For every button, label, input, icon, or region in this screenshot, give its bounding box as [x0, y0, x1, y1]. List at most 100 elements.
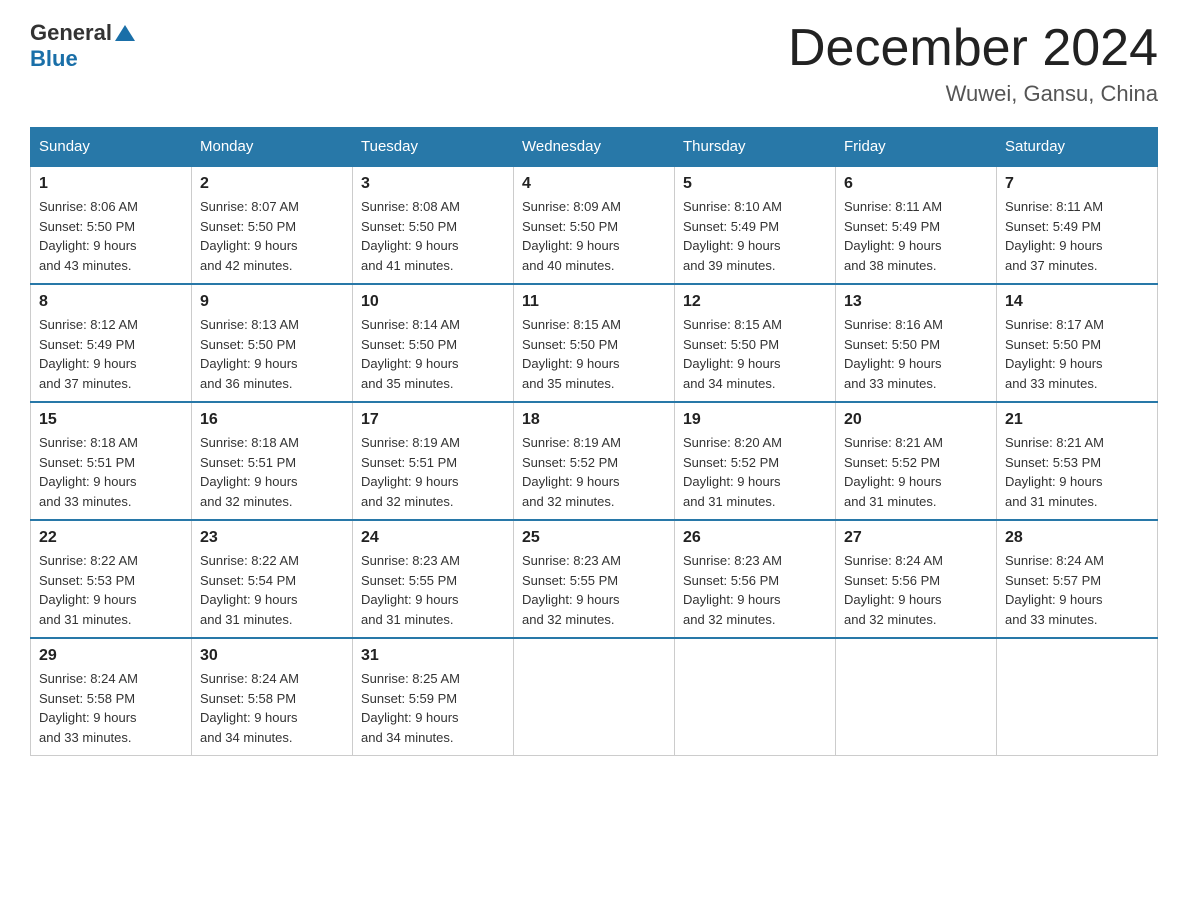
calendar-cell: 22 Sunrise: 8:22 AM Sunset: 5:53 PM Dayl… — [31, 520, 192, 638]
day-info: Sunrise: 8:22 AM Sunset: 5:54 PM Dayligh… — [200, 551, 344, 629]
day-number: 5 — [683, 175, 827, 193]
day-number: 2 — [200, 175, 344, 193]
day-info: Sunrise: 8:19 AM Sunset: 5:51 PM Dayligh… — [361, 433, 505, 511]
day-number: 14 — [1005, 293, 1149, 311]
day-number: 7 — [1005, 175, 1149, 193]
day-number: 4 — [522, 175, 666, 193]
day-info: Sunrise: 8:13 AM Sunset: 5:50 PM Dayligh… — [200, 315, 344, 393]
calendar-cell — [675, 638, 836, 756]
day-info: Sunrise: 8:17 AM Sunset: 5:50 PM Dayligh… — [1005, 315, 1149, 393]
day-info: Sunrise: 8:15 AM Sunset: 5:50 PM Dayligh… — [522, 315, 666, 393]
day-info: Sunrise: 8:20 AM Sunset: 5:52 PM Dayligh… — [683, 433, 827, 511]
day-info: Sunrise: 8:23 AM Sunset: 5:56 PM Dayligh… — [683, 551, 827, 629]
calendar-week-row: 8 Sunrise: 8:12 AM Sunset: 5:49 PM Dayli… — [31, 284, 1158, 402]
calendar-cell: 14 Sunrise: 8:17 AM Sunset: 5:50 PM Dayl… — [997, 284, 1158, 402]
page-header: General Blue December 2024 Wuwei, Gansu,… — [30, 20, 1158, 107]
day-info: Sunrise: 8:12 AM Sunset: 5:49 PM Dayligh… — [39, 315, 183, 393]
day-info: Sunrise: 8:22 AM Sunset: 5:53 PM Dayligh… — [39, 551, 183, 629]
day-number: 9 — [200, 293, 344, 311]
day-info: Sunrise: 8:18 AM Sunset: 5:51 PM Dayligh… — [39, 433, 183, 511]
calendar-cell: 30 Sunrise: 8:24 AM Sunset: 5:58 PM Dayl… — [192, 638, 353, 756]
day-number: 29 — [39, 647, 183, 665]
calendar-cell: 5 Sunrise: 8:10 AM Sunset: 5:49 PM Dayli… — [675, 166, 836, 284]
calendar-cell: 2 Sunrise: 8:07 AM Sunset: 5:50 PM Dayli… — [192, 166, 353, 284]
day-info: Sunrise: 8:21 AM Sunset: 5:53 PM Dayligh… — [1005, 433, 1149, 511]
day-info: Sunrise: 8:08 AM Sunset: 5:50 PM Dayligh… — [361, 197, 505, 275]
day-header-thursday: Thursday — [675, 128, 836, 167]
calendar-week-row: 29 Sunrise: 8:24 AM Sunset: 5:58 PM Dayl… — [31, 638, 1158, 756]
calendar-cell — [997, 638, 1158, 756]
day-info: Sunrise: 8:24 AM Sunset: 5:56 PM Dayligh… — [844, 551, 988, 629]
logo-container: General Blue — [30, 20, 136, 72]
day-number: 21 — [1005, 411, 1149, 429]
calendar-cell: 21 Sunrise: 8:21 AM Sunset: 5:53 PM Dayl… — [997, 402, 1158, 520]
day-number: 15 — [39, 411, 183, 429]
calendar-cell: 18 Sunrise: 8:19 AM Sunset: 5:52 PM Dayl… — [514, 402, 675, 520]
calendar-cell: 11 Sunrise: 8:15 AM Sunset: 5:50 PM Dayl… — [514, 284, 675, 402]
logo-text-group: General Blue — [30, 20, 136, 72]
calendar-cell: 12 Sunrise: 8:15 AM Sunset: 5:50 PM Dayl… — [675, 284, 836, 402]
calendar-cell: 8 Sunrise: 8:12 AM Sunset: 5:49 PM Dayli… — [31, 284, 192, 402]
calendar-week-row: 15 Sunrise: 8:18 AM Sunset: 5:51 PM Dayl… — [31, 402, 1158, 520]
day-info: Sunrise: 8:11 AM Sunset: 5:49 PM Dayligh… — [844, 197, 988, 275]
day-number: 24 — [361, 529, 505, 547]
day-number: 12 — [683, 293, 827, 311]
calendar-cell: 31 Sunrise: 8:25 AM Sunset: 5:59 PM Dayl… — [353, 638, 514, 756]
day-info: Sunrise: 8:11 AM Sunset: 5:49 PM Dayligh… — [1005, 197, 1149, 275]
day-header-monday: Monday — [192, 128, 353, 167]
calendar-cell: 29 Sunrise: 8:24 AM Sunset: 5:58 PM Dayl… — [31, 638, 192, 756]
calendar-week-row: 22 Sunrise: 8:22 AM Sunset: 5:53 PM Dayl… — [31, 520, 1158, 638]
day-number: 13 — [844, 293, 988, 311]
day-number: 23 — [200, 529, 344, 547]
day-header-sunday: Sunday — [31, 128, 192, 167]
day-number: 25 — [522, 529, 666, 547]
calendar-cell: 19 Sunrise: 8:20 AM Sunset: 5:52 PM Dayl… — [675, 402, 836, 520]
day-number: 28 — [1005, 529, 1149, 547]
day-header-saturday: Saturday — [997, 128, 1158, 167]
day-number: 30 — [200, 647, 344, 665]
calendar-cell: 7 Sunrise: 8:11 AM Sunset: 5:49 PM Dayli… — [997, 166, 1158, 284]
calendar-cell: 24 Sunrise: 8:23 AM Sunset: 5:55 PM Dayl… — [353, 520, 514, 638]
title-section: December 2024 Wuwei, Gansu, China — [788, 20, 1158, 107]
day-info: Sunrise: 8:23 AM Sunset: 5:55 PM Dayligh… — [522, 551, 666, 629]
day-info: Sunrise: 8:16 AM Sunset: 5:50 PM Dayligh… — [844, 315, 988, 393]
day-number: 31 — [361, 647, 505, 665]
day-header-friday: Friday — [836, 128, 997, 167]
day-number: 19 — [683, 411, 827, 429]
day-header-wednesday: Wednesday — [514, 128, 675, 167]
logo: General Blue — [30, 20, 136, 72]
calendar-cell: 28 Sunrise: 8:24 AM Sunset: 5:57 PM Dayl… — [997, 520, 1158, 638]
calendar-header-row: SundayMondayTuesdayWednesdayThursdayFrid… — [31, 128, 1158, 167]
day-number: 27 — [844, 529, 988, 547]
day-info: Sunrise: 8:21 AM Sunset: 5:52 PM Dayligh… — [844, 433, 988, 511]
month-title: December 2024 — [788, 20, 1158, 77]
calendar-cell: 1 Sunrise: 8:06 AM Sunset: 5:50 PM Dayli… — [31, 166, 192, 284]
day-info: Sunrise: 8:18 AM Sunset: 5:51 PM Dayligh… — [200, 433, 344, 511]
calendar-week-row: 1 Sunrise: 8:06 AM Sunset: 5:50 PM Dayli… — [31, 166, 1158, 284]
day-info: Sunrise: 8:24 AM Sunset: 5:58 PM Dayligh… — [200, 669, 344, 747]
day-info: Sunrise: 8:25 AM Sunset: 5:59 PM Dayligh… — [361, 669, 505, 747]
location-subtitle: Wuwei, Gansu, China — [788, 81, 1158, 107]
day-number: 17 — [361, 411, 505, 429]
logo-triangle-icon — [114, 22, 136, 44]
day-info: Sunrise: 8:10 AM Sunset: 5:49 PM Dayligh… — [683, 197, 827, 275]
day-info: Sunrise: 8:09 AM Sunset: 5:50 PM Dayligh… — [522, 197, 666, 275]
calendar-cell: 10 Sunrise: 8:14 AM Sunset: 5:50 PM Dayl… — [353, 284, 514, 402]
calendar-cell: 16 Sunrise: 8:18 AM Sunset: 5:51 PM Dayl… — [192, 402, 353, 520]
calendar-cell: 6 Sunrise: 8:11 AM Sunset: 5:49 PM Dayli… — [836, 166, 997, 284]
calendar-cell: 3 Sunrise: 8:08 AM Sunset: 5:50 PM Dayli… — [353, 166, 514, 284]
day-info: Sunrise: 8:06 AM Sunset: 5:50 PM Dayligh… — [39, 197, 183, 275]
logo-blue-text: Blue — [30, 46, 78, 71]
day-info: Sunrise: 8:24 AM Sunset: 5:58 PM Dayligh… — [39, 669, 183, 747]
calendar-cell: 17 Sunrise: 8:19 AM Sunset: 5:51 PM Dayl… — [353, 402, 514, 520]
calendar-table: SundayMondayTuesdayWednesdayThursdayFrid… — [30, 127, 1158, 756]
day-number: 8 — [39, 293, 183, 311]
day-number: 18 — [522, 411, 666, 429]
calendar-cell: 25 Sunrise: 8:23 AM Sunset: 5:55 PM Dayl… — [514, 520, 675, 638]
day-number: 16 — [200, 411, 344, 429]
calendar-cell: 27 Sunrise: 8:24 AM Sunset: 5:56 PM Dayl… — [836, 520, 997, 638]
day-info: Sunrise: 8:23 AM Sunset: 5:55 PM Dayligh… — [361, 551, 505, 629]
day-number: 26 — [683, 529, 827, 547]
calendar-cell — [836, 638, 997, 756]
day-number: 22 — [39, 529, 183, 547]
